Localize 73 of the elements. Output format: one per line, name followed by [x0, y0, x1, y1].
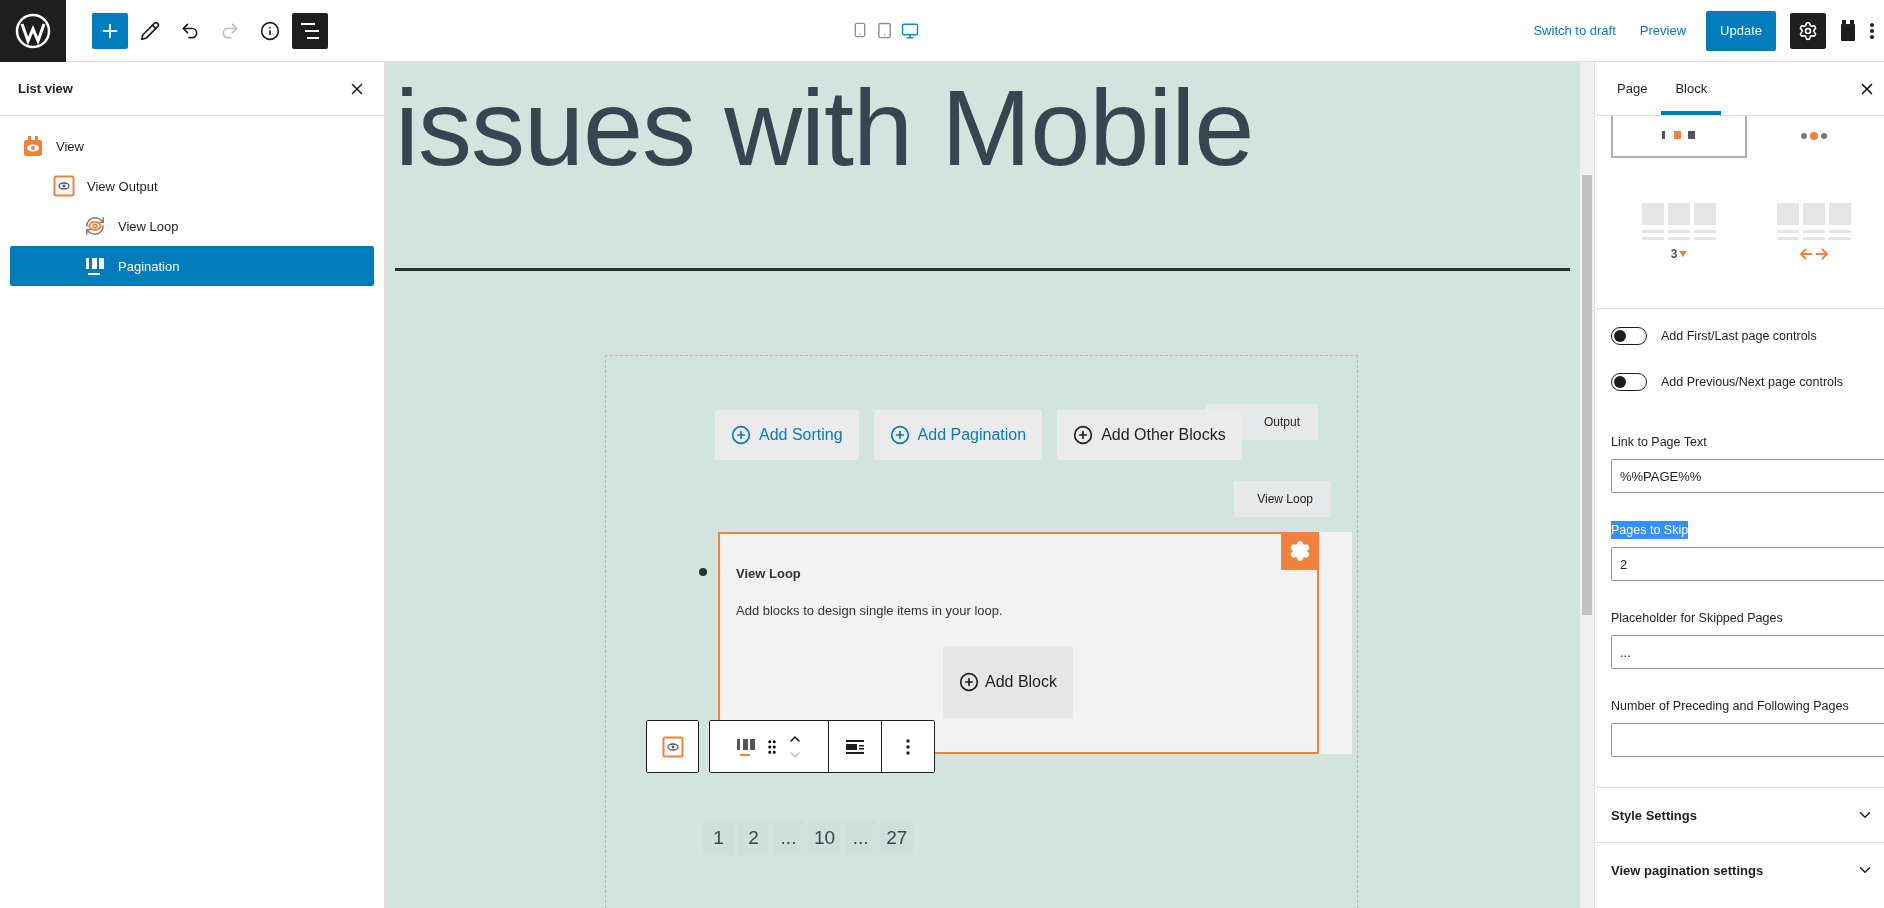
more-icon	[906, 738, 910, 755]
list-view-item[interactable]: View Output	[10, 166, 374, 206]
input-field[interactable]: ...	[1611, 635, 1884, 669]
toggle-label: Add Previous/Next page controls	[1661, 375, 1844, 389]
wordpress-logo[interactable]	[0, 0, 66, 62]
post-heading: issues with Mobile	[395, 66, 1255, 182]
toggle-switch[interactable]	[1611, 373, 1647, 391]
calendar-eye-icon	[22, 135, 44, 157]
pencil-icon	[140, 20, 160, 41]
page-link[interactable]: 2	[738, 821, 769, 855]
desktop-icon	[901, 21, 920, 40]
list-view-item[interactable]: View	[10, 126, 374, 166]
list-view-item[interactable]: View Loop	[10, 206, 374, 246]
page-link[interactable]: 10	[808, 821, 842, 855]
left-right-arrows-icon	[1799, 247, 1829, 261]
scrollbar-thumb[interactable]	[1582, 175, 1592, 615]
add-block-button[interactable]	[92, 12, 128, 49]
redo-icon	[220, 20, 240, 41]
sidebar-tab[interactable]: Page	[1603, 62, 1662, 115]
style-preview[interactable]	[1611, 116, 1747, 158]
field-label: Placeholder for Skipped Pages	[1611, 610, 1783, 627]
panel-title: List view	[18, 81, 73, 96]
add-icon	[889, 425, 910, 445]
settings-button[interactable]	[1790, 12, 1826, 49]
block-label: View Loop	[1234, 481, 1331, 517]
parent-block-button[interactable]	[646, 720, 699, 773]
page-count-label: 3	[1670, 247, 1688, 261]
toggle-label: Add First/Last page controls	[1661, 329, 1817, 343]
field-label: Number of Preceding and Following Pages	[1611, 698, 1849, 715]
pagination-icon	[84, 255, 106, 277]
field-label: Link to Page Text	[1611, 434, 1707, 451]
preview-link[interactable]: Preview	[1629, 15, 1697, 46]
add-icon	[731, 425, 751, 445]
block-icon	[1840, 19, 1856, 42]
cards-icon	[1642, 203, 1716, 241]
eye-icon	[661, 735, 684, 758]
inserter-button[interactable]: Add Sorting	[715, 410, 859, 460]
tablet-icon	[876, 21, 894, 39]
input-field[interactable]: %%PAGE%%	[1611, 459, 1884, 493]
input-field[interactable]: 2	[1611, 547, 1884, 581]
input-field[interactable]	[1611, 723, 1884, 757]
info-icon	[260, 20, 280, 41]
page-link[interactable]: 27	[880, 821, 914, 855]
undo-icon	[180, 20, 200, 41]
add-block-button[interactable]: Add Block	[943, 646, 1073, 718]
options-button[interactable]	[881, 721, 934, 772]
field-label: Pages to Skip	[1611, 521, 1689, 539]
card-title: View Loop	[736, 566, 802, 581]
cards-icon	[1777, 203, 1851, 241]
card-description: Add blocks to design single items in your loop.	[736, 603, 1004, 618]
sidebar-tab[interactable]: Block	[1661, 62, 1722, 115]
page-link[interactable]: ...	[845, 821, 877, 855]
add-icon	[958, 672, 979, 692]
eye-icon	[53, 175, 75, 197]
bullet-icon	[699, 568, 707, 576]
page-link[interactable]: 1	[703, 821, 734, 855]
list-view-icon	[299, 21, 321, 40]
inserter-button[interactable]: Add Pagination	[873, 410, 1043, 460]
toggle-switch[interactable]	[1611, 327, 1647, 345]
list-view-button[interactable]	[292, 12, 328, 49]
switch-to-draft-link[interactable]: Switch to draft	[1523, 15, 1626, 46]
dots-icon	[1799, 131, 1829, 141]
loop-eye-icon	[84, 215, 106, 237]
logo-icon	[15, 12, 51, 49]
caret-icon	[1679, 251, 1688, 257]
list-view-item[interactable]: Pagination	[10, 246, 374, 286]
update-button[interactable]: Update	[1706, 10, 1776, 51]
more-icon[interactable]	[1870, 22, 1874, 39]
page-link[interactable]: ...	[773, 821, 804, 855]
inserter-button[interactable]: Add Other Blocks	[1057, 410, 1242, 460]
add-icon	[1073, 425, 1094, 445]
style-preview[interactable]: 3	[1611, 158, 1747, 308]
align-icon	[846, 739, 864, 754]
